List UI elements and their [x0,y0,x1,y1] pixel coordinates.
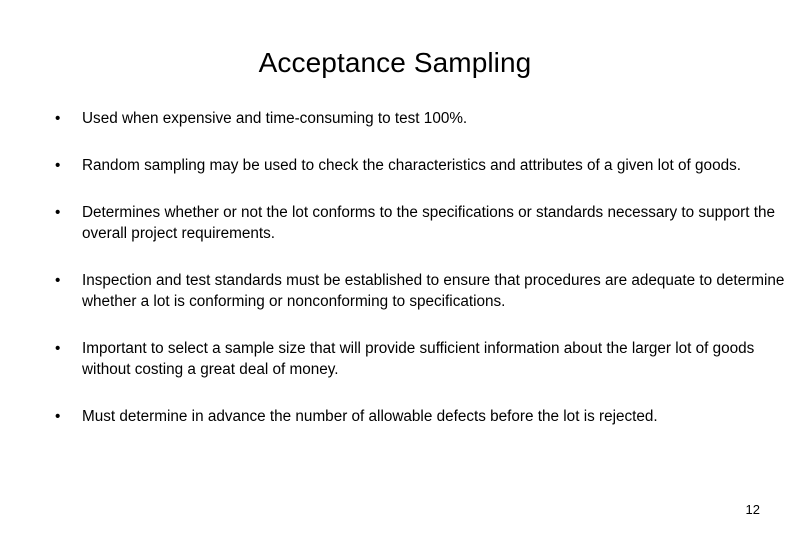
list-item: • Determines whether or not the lot conf… [50,202,802,244]
page-title: Acceptance Sampling [258,46,532,78]
list-item: • Inspection and test standards must be … [50,270,802,312]
list-item-text: Important to select a sample size that w… [82,340,755,378]
list-item: • Important to select a sample size that… [50,338,802,380]
bullet-dot-icon: • [55,204,61,221]
list-item-text: Must determine in advance the number of … [82,408,658,425]
list-item-text: Random sampling may be used to check the… [82,157,741,174]
list-item: • Random sampling may be used to check t… [50,155,802,176]
list-item-text: Determines whether or not the lot confor… [82,204,775,242]
slide-canvas: Acceptance Sampling • Used when expensiv… [0,0,810,540]
bullet-dot-icon: • [55,272,61,289]
list-item-text: Inspection and test standards must be es… [82,272,785,310]
page-number: 12 [745,502,760,517]
bullet-dot-icon: • [55,340,61,357]
list-item-text: Used when expensive and time-consuming t… [82,110,468,127]
bullet-list: • Used when expensive and time-consuming… [50,108,802,427]
list-item: • Used when expensive and time-consuming… [50,108,802,129]
bullet-dot-icon: • [55,408,61,425]
bullet-dot-icon: • [55,110,61,127]
slide-body: • Used when expensive and time-consuming… [50,108,802,427]
bullet-dot-icon: • [55,157,61,174]
list-item: • Must determine in advance the number o… [50,406,802,427]
